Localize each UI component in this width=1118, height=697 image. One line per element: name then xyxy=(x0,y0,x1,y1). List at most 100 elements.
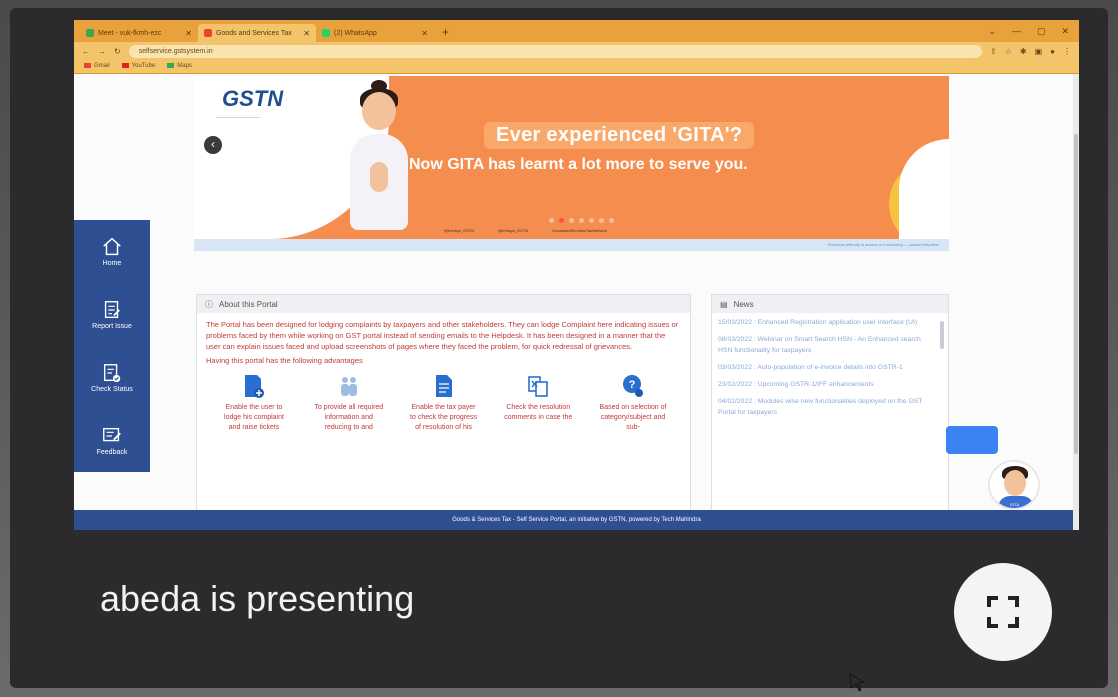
url-field[interactable]: selfservice.gstsystem.in xyxy=(128,44,983,58)
back-icon[interactable]: ← xyxy=(82,47,90,56)
svg-text:?: ? xyxy=(629,379,636,391)
gstn-logo[interactable]: GSTN xyxy=(222,86,283,112)
advantage-item: ? Based on selection of category/subject… xyxy=(598,373,668,433)
nav-report-issue[interactable]: Report Issue xyxy=(74,283,150,346)
question-chat-icon: ? xyxy=(623,375,643,397)
nav-feedback[interactable]: Feedback xyxy=(74,409,150,472)
carousel-dot[interactable] xyxy=(569,218,574,223)
advantages-intro: Having this portal has the following adv… xyxy=(206,356,363,365)
gita-mascot xyxy=(344,80,414,234)
bookmark-gmail[interactable]: Gmail xyxy=(84,63,110,70)
news-panel: ▤ News 15/03/2022 : Enhanced Registratio… xyxy=(711,294,949,524)
news-item[interactable]: 03/03/2022 : Auto-population of e-invoic… xyxy=(718,362,936,373)
advantage-text: Check the resolution comments in case th… xyxy=(504,404,573,421)
shared-screen: Meet - vuk-fkmh-ezc ✕ Goods and Services… xyxy=(74,20,1079,530)
advantages-list: Enable the user to lodge his complaint a… xyxy=(197,365,690,433)
news-item[interactable]: 08/03/2022 : Webinar on Smart Search HSN… xyxy=(718,334,936,356)
browser-tab-whatsapp[interactable]: (2) WhatsApp ✕ xyxy=(316,24,434,42)
browser-extensions: ⇪ ☆ ✱ ▣ ● ⋮ xyxy=(990,47,1071,56)
scrollbar-thumb[interactable] xyxy=(1074,134,1078,454)
tab-label: Goods and Services Tax xyxy=(216,29,292,37)
photo-background: Meet - vuk-fkmh-ezc ✕ Goods and Services… xyxy=(0,0,1118,697)
social-handle[interactable]: @Infosys_GSTN xyxy=(498,228,528,233)
advantage-item: Enable the tax payer to check the progre… xyxy=(409,373,479,433)
gmail-icon xyxy=(84,63,91,69)
news-item[interactable]: 15/03/2022 : Enhanced Registration appli… xyxy=(718,317,936,328)
nav-check-status[interactable]: Check Status xyxy=(74,346,150,409)
advantage-text: To provide all required information and … xyxy=(314,404,384,431)
info-strip-text[interactable]: Technical difficulty in access or functi… xyxy=(828,242,939,247)
banner-social-handles: @Infosys_GSTN @Infosys_GSTN GoodsandServ… xyxy=(444,228,607,233)
news-scrollbar[interactable] xyxy=(940,321,944,349)
sidepanel-icon[interactable]: ▣ xyxy=(1035,47,1043,56)
carousel-dot[interactable] xyxy=(599,218,604,223)
carousel-dot[interactable] xyxy=(609,218,614,223)
banner-subline: Now GITA has learnt a lot more to serve … xyxy=(409,156,748,173)
bookmark-star-icon[interactable]: ☆ xyxy=(1005,47,1012,56)
close-window-button[interactable]: ✕ xyxy=(1061,26,1069,37)
report-issue-icon xyxy=(104,301,120,319)
carousel-dot[interactable] xyxy=(559,218,564,223)
banner-decoration xyxy=(899,139,949,239)
info-icon: ⓘ xyxy=(205,299,213,309)
bookmark-maps[interactable]: Maps xyxy=(167,63,192,70)
carousel-prev-icon[interactable]: ‹ xyxy=(204,136,222,154)
tab-search-icon[interactable]: ⌄ xyxy=(988,26,996,37)
page-scrollbar[interactable] xyxy=(1073,74,1079,530)
nav-label: Feedback xyxy=(96,449,128,456)
maximize-button[interactable]: ▢ xyxy=(1037,26,1046,37)
extensions-icon[interactable]: ✱ xyxy=(1020,47,1027,56)
browser-tab-meet[interactable]: Meet - vuk-fkmh-ezc ✕ xyxy=(80,24,198,42)
carousel-dot[interactable] xyxy=(579,218,584,223)
compare-icon xyxy=(528,376,549,397)
news-item[interactable]: 04/02/2022 : Modules wise new functional… xyxy=(718,396,936,418)
carousel-dots xyxy=(549,218,614,223)
gita-chatbot-button[interactable]: GITA xyxy=(988,460,1040,510)
new-tab-button[interactable]: + xyxy=(434,25,457,42)
home-icon xyxy=(103,237,121,256)
minimize-button[interactable]: — xyxy=(1012,26,1021,37)
left-nav-rail: Home Report Issue Check Status Feedback xyxy=(74,220,150,472)
nav-label: Check Status xyxy=(91,386,133,393)
fullscreen-button[interactable] xyxy=(954,563,1052,661)
browser-tab-gst[interactable]: Goods and Services Tax ✕ xyxy=(198,24,316,42)
carousel-dot[interactable] xyxy=(589,218,594,223)
news-item[interactable]: 23/02/2022 : Upcoming GSTR-1/IFF enhance… xyxy=(718,379,936,390)
nav-label: Report Issue xyxy=(92,323,132,330)
bookmark-youtube[interactable]: YouTube xyxy=(121,63,155,70)
meet-tile: Meet - vuk-fkmh-ezc ✕ Goods and Services… xyxy=(10,8,1108,688)
carousel-dot[interactable] xyxy=(549,218,554,223)
advantage-text: Enable the user to lodge his complaint a… xyxy=(224,404,284,431)
page-footer: Goods & Services Tax - Self Service Port… xyxy=(74,510,1079,530)
menu-icon[interactable]: ⋮ xyxy=(1063,47,1071,56)
document-icon xyxy=(435,375,452,397)
close-icon[interactable]: ✕ xyxy=(421,29,428,38)
reload-icon[interactable]: ↻ xyxy=(114,47,121,56)
share-icon[interactable]: ⇪ xyxy=(990,47,997,56)
nav-home[interactable]: Home xyxy=(74,220,150,283)
close-icon[interactable]: ✕ xyxy=(303,29,310,38)
gst-portal-page: GSTN ——————————— Ever experienced 'GITA'… xyxy=(74,74,1079,530)
forward-icon[interactable]: → xyxy=(98,47,106,56)
youtube-icon xyxy=(121,63,129,69)
logo-caption: ——————————— xyxy=(216,114,260,119)
nav-label: Home xyxy=(102,260,122,267)
about-description: The Portal has been designed for lodging… xyxy=(206,320,679,351)
fullscreen-icon xyxy=(987,596,1019,628)
advantage-item: Enable the user to lodge his complaint a… xyxy=(219,373,289,433)
news-title: News xyxy=(733,299,754,309)
chat-bubble-icon[interactable] xyxy=(946,426,998,454)
maps-icon xyxy=(167,63,175,69)
profile-avatar[interactable]: ● xyxy=(1050,47,1055,56)
news-list: 15/03/2022 : Enhanced Registration appli… xyxy=(712,313,948,418)
hero-banner: GSTN ——————————— Ever experienced 'GITA'… xyxy=(194,76,949,239)
feedback-icon xyxy=(103,427,121,442)
gita-label: GITA xyxy=(1010,502,1020,507)
social-handle[interactable]: @Infosys_GSTN xyxy=(444,228,474,233)
close-icon[interactable]: ✕ xyxy=(185,29,192,38)
whatsapp-icon xyxy=(322,29,330,37)
ticket-icon xyxy=(245,375,264,398)
social-handle[interactable]: GoodsandServicesTaxNetwork xyxy=(552,228,607,233)
banner-headline: Ever experienced 'GITA'? xyxy=(484,122,755,149)
news-panel-header: ▤ News xyxy=(712,295,948,313)
